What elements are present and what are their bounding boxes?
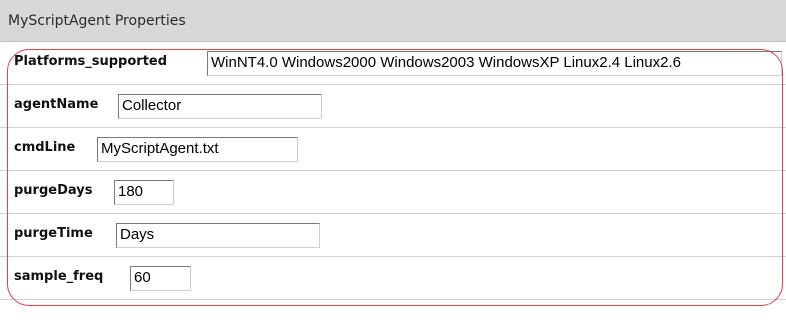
highlight-outline <box>7 49 783 306</box>
properties-panel: MyScriptAgent Properties Platforms_suppo… <box>0 0 786 323</box>
panel-bottom-space <box>0 307 786 323</box>
panel-title: MyScriptAgent Properties <box>8 13 186 29</box>
panel-header: MyScriptAgent Properties <box>0 0 786 42</box>
